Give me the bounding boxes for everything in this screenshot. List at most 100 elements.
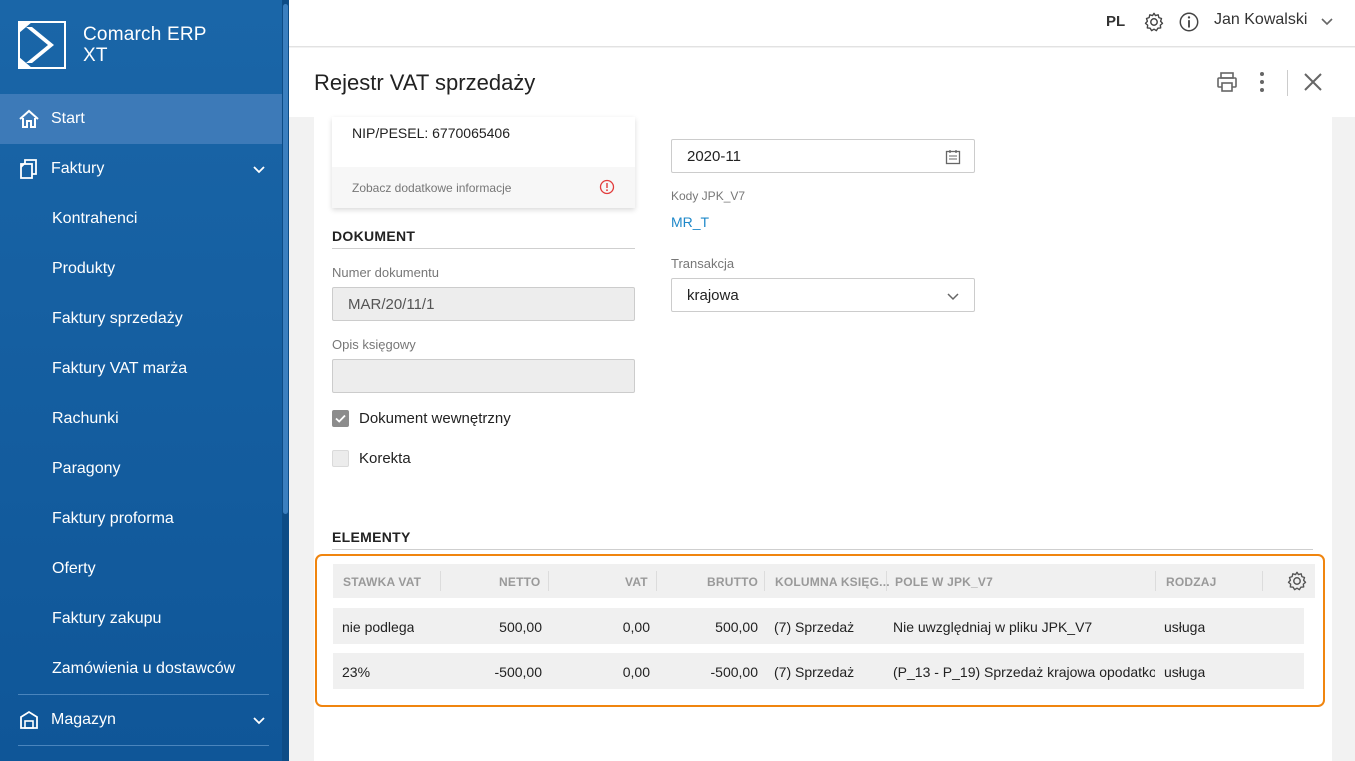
header-divider bbox=[1287, 70, 1288, 96]
transakcja-value: krajowa bbox=[687, 287, 739, 304]
calendar-icon[interactable] bbox=[944, 148, 962, 166]
sidebar-scroll-thumb[interactable] bbox=[283, 4, 288, 514]
column-divider[interactable] bbox=[440, 571, 441, 591]
elements-table: STAWKA VAT NETTO VAT BRUTTO KOLUMNA KSIĘ… bbox=[315, 554, 1325, 707]
sidebar-item-rachunki[interactable]: Rachunki bbox=[0, 394, 282, 444]
dokument-wewnetrzny-label[interactable]: Dokument wewnętrzny bbox=[359, 410, 511, 427]
period-field[interactable]: 2020-11 bbox=[671, 139, 975, 173]
sidebar-item-label: Produkty bbox=[52, 260, 116, 277]
chevron-down-icon[interactable] bbox=[944, 287, 962, 305]
table-header: STAWKA VAT NETTO VAT BRUTTO KOLUMNA KSIĘ… bbox=[333, 564, 1315, 598]
language-switch[interactable]: PL bbox=[1106, 13, 1125, 30]
sidebar-item-zamowienia[interactable]: Zamówienia u dostawców bbox=[0, 644, 282, 694]
sidebar-item-label: Rachunki bbox=[52, 410, 119, 427]
column-divider[interactable] bbox=[1262, 571, 1263, 591]
numer-dokumentu-field[interactable]: MAR/20/11/1 bbox=[332, 287, 635, 321]
page-title: Rejestr VAT sprzedaży bbox=[314, 70, 536, 95]
sidebar-item-label: Zamówienia u dostawców bbox=[52, 660, 236, 677]
app-name-line2: XT bbox=[83, 45, 108, 66]
dokument-wewnetrzny-checkbox[interactable] bbox=[332, 410, 349, 427]
chevron-down-icon[interactable] bbox=[1319, 13, 1335, 29]
sidebar-item-produkty[interactable]: Produkty bbox=[0, 244, 282, 294]
column-header-stawka-vat[interactable]: STAWKA VAT bbox=[343, 575, 421, 589]
sidebar-item-label: Faktury VAT marża bbox=[52, 360, 188, 377]
column-divider[interactable] bbox=[764, 571, 765, 591]
cell-netto: -500,00 bbox=[494, 664, 542, 680]
app-logo[interactable]: Comarch ERP XT bbox=[18, 20, 207, 70]
sidebar-item-start[interactable]: Start bbox=[0, 94, 282, 144]
more-vertical-icon[interactable] bbox=[1253, 70, 1271, 94]
cell-pole-jpk: Nie uwzględniaj w pliku JPK_V7 bbox=[893, 619, 1093, 635]
more-info-link[interactable]: Zobacz dodatkowe informacje bbox=[352, 181, 511, 195]
info-icon[interactable] bbox=[1178, 11, 1200, 33]
top-bar: PL Jan Kowalski bbox=[289, 0, 1355, 47]
sidebar-item-label: Kontrahenci bbox=[52, 210, 138, 227]
sidebar-item-kontrahenci[interactable]: Kontrahenci bbox=[0, 194, 282, 244]
form-content: NIP/PESEL: 6770065406 Zobacz dodatkowe i… bbox=[314, 117, 1332, 761]
cell-vat: 0,00 bbox=[622, 664, 650, 680]
sidebar-divider bbox=[18, 745, 269, 746]
opis-ksiegowy-label: Opis księgowy bbox=[332, 337, 416, 352]
column-divider[interactable] bbox=[548, 571, 549, 591]
table-row[interactable]: 23% -500,00 0,00 -500,00 (7) Sprzedaż (P… bbox=[333, 653, 1304, 689]
period-value: 2020-11 bbox=[687, 148, 741, 165]
sidebar-scrollbar[interactable] bbox=[282, 0, 289, 761]
more-info-row[interactable]: Zobacz dodatkowe informacje bbox=[332, 167, 635, 208]
sidebar-item-magazyn[interactable]: Magazyn bbox=[0, 695, 282, 745]
comarch-logo-icon bbox=[18, 21, 66, 69]
app-name-line1: Comarch ERP bbox=[83, 24, 207, 45]
cell-brutto: 500,00 bbox=[715, 619, 758, 635]
sidebar-item-faktury-proforma[interactable]: Faktury proforma bbox=[0, 494, 282, 544]
sidebar-item-label: Faktury bbox=[51, 160, 105, 177]
home-icon bbox=[18, 108, 40, 130]
opis-ksiegowy-field[interactable] bbox=[332, 359, 635, 393]
column-header-brutto[interactable]: BRUTTO bbox=[707, 575, 758, 589]
column-header-pole-jpk[interactable]: POLE W JPK_V7 bbox=[895, 575, 993, 589]
sidebar-item-label: Faktury proforma bbox=[52, 510, 174, 527]
page-header: Rejestr VAT sprzedaży bbox=[289, 48, 1355, 117]
sidebar-item-faktury-vat-marza[interactable]: Faktury VAT marża bbox=[0, 344, 282, 394]
section-divider bbox=[332, 549, 1313, 550]
transakcja-select[interactable]: krajowa bbox=[671, 278, 975, 312]
sidebar-item-faktury[interactable]: Faktury bbox=[0, 144, 282, 194]
cell-vat: 0,00 bbox=[622, 619, 650, 635]
sidebar-item-faktury-zakupu[interactable]: Faktury zakupu bbox=[0, 594, 282, 644]
korekta-label[interactable]: Korekta bbox=[359, 450, 411, 467]
contractor-card: NIP/PESEL: 6770065406 Zobacz dodatkowe i… bbox=[332, 117, 635, 208]
print-icon[interactable] bbox=[1215, 70, 1239, 94]
sidebar-item-label: Magazyn bbox=[51, 711, 116, 728]
column-divider[interactable] bbox=[1155, 571, 1156, 591]
user-name[interactable]: Jan Kowalski bbox=[1214, 11, 1307, 29]
korekta-checkbox[interactable] bbox=[332, 450, 349, 467]
section-title-dokument: DOKUMENT bbox=[332, 228, 416, 244]
sidebar-item-label: Faktury sprzedaży bbox=[52, 310, 183, 327]
cell-stawka-vat: nie podlega bbox=[342, 619, 415, 635]
section-divider bbox=[332, 248, 635, 249]
documents-icon bbox=[18, 158, 40, 180]
sidebar-nav: Start Faktury Kontrahenci Produkty Faktu… bbox=[0, 94, 282, 746]
column-header-netto[interactable]: NETTO bbox=[499, 575, 540, 589]
cell-kolumna-ksiegi: (7) Sprzedaż bbox=[774, 619, 855, 635]
nip-text: NIP/PESEL: 6770065406 bbox=[352, 125, 511, 141]
sidebar-item-label: Faktury zakupu bbox=[52, 610, 162, 627]
settings-gear-icon[interactable] bbox=[1143, 11, 1165, 33]
chevron-down-icon[interactable] bbox=[250, 711, 268, 729]
column-settings-gear-icon[interactable] bbox=[1286, 570, 1308, 592]
kody-jpk-link[interactable]: MR_T bbox=[671, 214, 709, 230]
column-divider[interactable] bbox=[656, 571, 657, 591]
app-name: Comarch ERP XT bbox=[83, 24, 207, 66]
cell-stawka-vat: 23% bbox=[342, 664, 371, 680]
table-row[interactable]: nie podlega 500,00 0,00 500,00 (7) Sprze… bbox=[333, 608, 1304, 644]
column-header-vat[interactable]: VAT bbox=[625, 575, 648, 589]
cell-brutto: -500,00 bbox=[710, 664, 758, 680]
chevron-down-icon[interactable] bbox=[250, 160, 268, 178]
close-icon[interactable] bbox=[1301, 70, 1325, 94]
column-divider[interactable] bbox=[886, 571, 887, 591]
sidebar-item-faktury-sprzedazy[interactable]: Faktury sprzedaży bbox=[0, 294, 282, 344]
column-header-kolumna-ksiegi[interactable]: KOLUMNA KSIĘG... bbox=[775, 575, 890, 589]
sidebar-item-paragony[interactable]: Paragony bbox=[0, 444, 282, 494]
column-header-rodzaj[interactable]: RODZAJ bbox=[1166, 575, 1217, 589]
sidebar-item-label: Oferty bbox=[52, 560, 96, 577]
sidebar-item-oferty[interactable]: Oferty bbox=[0, 544, 282, 594]
cell-rodzaj: usługa bbox=[1164, 619, 1206, 635]
